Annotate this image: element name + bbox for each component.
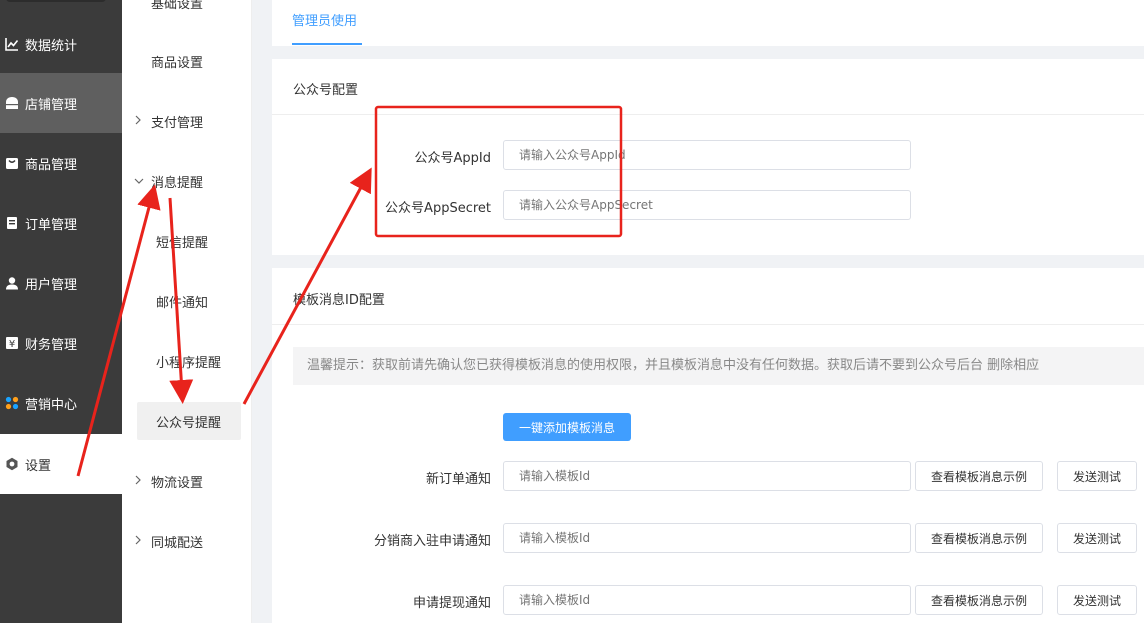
send-test-button[interactable]: 发送测试 [1057,585,1137,615]
goods-icon [5,156,19,170]
submenu-item-payment[interactable]: 支付管理 [122,101,251,141]
sidebar-item-label: 设置 [25,458,52,474]
template-id-input[interactable] [503,585,911,615]
submenu-child-miniprogram[interactable]: 小程序提醒 [137,342,241,380]
tab-admin-use[interactable]: 管理员使用 [292,10,357,29]
template-id-input[interactable] [503,461,911,491]
settings-icon [5,457,19,471]
template-message-card: 模板消息ID配置 温馨提示：获取前请先确认您已获得模板消息的使用权限，并且模板消… [272,268,1144,623]
sidebar-item-label: 数据统计 [25,38,78,54]
chevron-right-icon [134,474,148,488]
submenu-child-official-account[interactable]: 公众号提醒 [137,402,241,440]
submenu-child-sms[interactable]: 短信提醒 [137,222,241,260]
chart-icon [5,37,19,51]
view-example-button[interactable]: 查看模板消息示例 [915,461,1043,491]
submenu-item-basic[interactable]: 基础设置 [122,0,280,22]
sidebar-item-settings[interactable]: 设置 [0,434,122,494]
submenu-item-logistics[interactable]: 物流设置 [122,461,251,501]
marketing-icon [5,396,19,410]
sidebar-item-finance[interactable]: ¥ 财务管理 [0,313,122,373]
main-sidebar: 数据统计 店铺管理 商品管理 订单管理 用户管理 ¥ 财务管理 营销中心 设置 [0,0,122,623]
sidebar-item-label: 订单管理 [25,217,78,233]
chevron-right-icon [134,114,148,128]
sidebar-item-label: 财务管理 [25,337,78,353]
warm-tip: 温馨提示：获取前请先确认您已获得模板消息的使用权限，并且模板消息中没有任何数据。… [293,347,1144,385]
appid-input[interactable] [503,140,911,170]
sidebar-item-label: 店铺管理 [25,97,78,113]
sidebar-item-label: 用户管理 [25,277,78,293]
settings-submenu: 基础设置 商品设置 支付管理 消息提醒 短信提醒 邮件通知 小程序提醒 公众号提… [122,0,252,623]
submenu-child-email[interactable]: 邮件通知 [137,282,241,320]
sidebar-item-marketing[interactable]: 营销中心 [0,373,122,433]
template-row-label: 申请提现通知 [412,596,491,611]
sidebar-item-stats[interactable]: 数据统计 [0,14,122,74]
send-test-button[interactable]: 发送测试 [1057,523,1137,553]
appsecret-label: 公众号AppSecret [385,201,491,216]
tab-bar: 管理员使用 [272,0,1144,46]
template-id-input[interactable] [503,523,911,553]
store-icon [5,96,19,110]
send-test-button[interactable]: 发送测试 [1057,461,1137,491]
add-template-button[interactable]: 一键添加模板消息 [503,413,631,441]
sidebar-item-label: 商品管理 [25,157,78,173]
active-tab-indicator [292,43,362,45]
sidebar-item-store[interactable]: 店铺管理 [0,73,122,133]
submenu-item-goods-settings[interactable]: 商品设置 [122,41,280,81]
finance-icon: ¥ [5,336,19,350]
view-example-button[interactable]: 查看模板消息示例 [915,523,1043,553]
appid-label: 公众号AppId [414,151,491,166]
submenu-item-messages[interactable]: 消息提醒 [122,161,251,201]
sidebar-item-label: 营销中心 [25,397,78,413]
sidebar-top-remnant [6,0,106,2]
view-example-button[interactable]: 查看模板消息示例 [915,585,1043,615]
svg-text:¥: ¥ [9,339,15,350]
appsecret-input[interactable] [503,190,911,220]
chevron-right-icon [134,534,148,548]
sidebar-item-goods[interactable]: 商品管理 [0,133,122,193]
card-title: 模板消息ID配置 [293,293,385,308]
submenu-item-local-delivery[interactable]: 同城配送 [122,521,251,561]
sidebar-item-users[interactable]: 用户管理 [0,253,122,313]
official-account-card: 公众号配置 公众号AppId 公众号AppSecret [272,59,1144,255]
chevron-down-icon [134,174,148,188]
user-icon [5,276,19,290]
card-title: 公众号配置 [293,83,359,98]
sidebar-item-orders[interactable]: 订单管理 [0,193,122,253]
divider [272,114,1144,115]
template-row-label: 新订单通知 [425,472,491,487]
order-icon [5,216,19,230]
template-row-label: 分销商入驻申请通知 [373,534,491,549]
divider [272,324,1144,325]
